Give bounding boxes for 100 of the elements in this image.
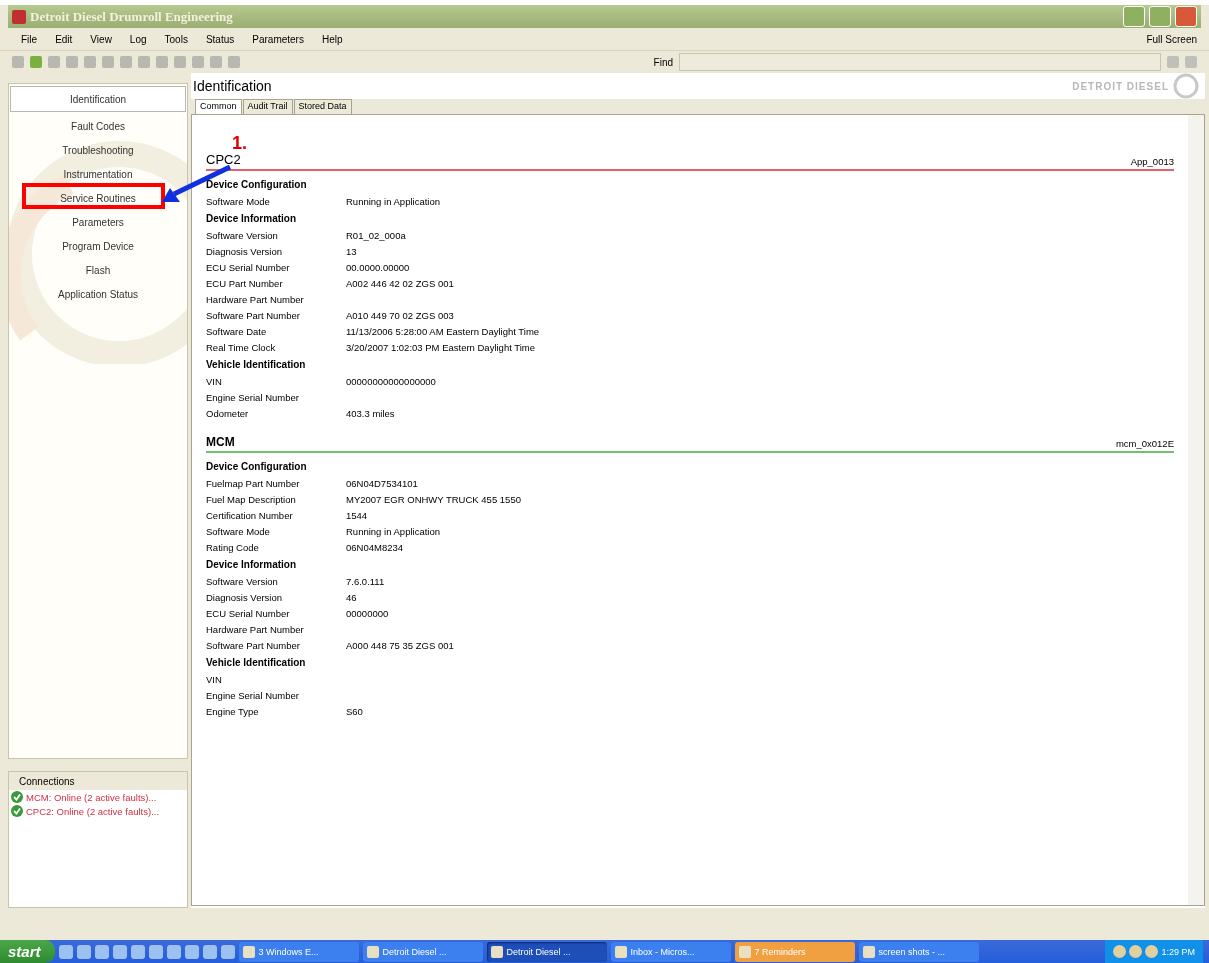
taskbar-button[interactable]: 3 Windows E...: [238, 941, 359, 962]
field-label: Rating Code: [206, 541, 260, 553]
taskbar-button[interactable]: screen shots - ...: [858, 941, 979, 962]
quick-launch-icon[interactable]: [148, 944, 163, 959]
menu-item[interactable]: Edit: [46, 33, 82, 45]
menu-item[interactable]: Log: [120, 33, 156, 45]
field-label: ECU Serial Number: [206, 607, 291, 619]
quick-launch-icon[interactable]: [112, 944, 127, 959]
field-value: 7.6.0.111: [346, 575, 386, 587]
window-title: Detroit Diesel Drumroll Engineering: [30, 8, 234, 25]
close-button[interactable]: [1175, 6, 1197, 27]
tab[interactable]: Audit Trail: [242, 99, 293, 114]
field-value: 13: [346, 245, 358, 257]
group-title: Vehicle Identification: [206, 359, 307, 372]
field-value: A010 449 70 02 ZGS 003: [346, 309, 455, 321]
find-field[interactable]: [679, 53, 1161, 71]
toolbar-icon[interactable]: [120, 56, 132, 68]
field-label: Software Mode: [206, 195, 271, 207]
field-value: 00.0000.00000: [346, 261, 411, 273]
restore-button[interactable]: [1149, 6, 1171, 27]
field-label: Fuel Map Description: [206, 493, 297, 505]
quick-launch-icon[interactable]: [184, 944, 199, 959]
menu-item[interactable]: Tools: [155, 33, 197, 45]
sidebar-item[interactable]: Application Status: [57, 288, 139, 300]
taskbar-button[interactable]: Detroit Diesel ...: [362, 941, 483, 962]
step-number: 1.: [232, 134, 247, 152]
menu-item[interactable]: File: [12, 33, 47, 45]
field-label: Software Part Number: [206, 309, 301, 321]
sidebar-item[interactable]: Identification: [10, 86, 186, 112]
field-value: 00000000: [346, 607, 390, 619]
group-title: Device Information: [206, 213, 298, 226]
field-label: Hardware Part Number: [206, 293, 305, 305]
field-label: ECU Serial Number: [206, 261, 291, 273]
page-title: Identification: [193, 78, 272, 94]
toolbar-icon[interactable]: [12, 56, 24, 68]
toolbar-icon[interactable]: [156, 56, 168, 68]
clock: 1:29 PM: [1161, 946, 1195, 957]
sidebar-item[interactable]: Parameters: [72, 216, 124, 228]
sidebar-item[interactable]: Flash: [85, 264, 111, 276]
toolbar-icon[interactable]: [48, 56, 60, 68]
tray-icon[interactable]: [1129, 945, 1143, 958]
minimize-button[interactable]: [1123, 6, 1145, 27]
field-label: Software Date: [206, 325, 268, 337]
quick-launch-icon[interactable]: [58, 944, 73, 959]
field-label: Software Part Number: [206, 639, 301, 651]
scrollbar[interactable]: [1188, 115, 1204, 905]
toolbar-icon[interactable]: [102, 56, 114, 68]
check-icon: [11, 791, 23, 803]
field-label: Engine Serial Number: [206, 689, 300, 701]
connection-status[interactable]: CPC2: Online (2 active faults)...: [26, 805, 160, 817]
toolbar-icon[interactable]: [210, 56, 222, 68]
field-value: Running in Application: [346, 195, 441, 207]
quick-launch-icon[interactable]: [130, 944, 145, 959]
quick-launch-icon[interactable]: [94, 944, 109, 959]
quick-launch-icon[interactable]: [202, 944, 217, 959]
find-previous-icon[interactable]: [1185, 56, 1197, 68]
sidebar-item[interactable]: Troubleshooting: [62, 144, 134, 156]
sidebar-item[interactable]: Instrumentation: [63, 168, 133, 180]
quick-launch-icon[interactable]: [76, 944, 91, 959]
quick-launch-icon[interactable]: [220, 944, 235, 959]
tab[interactable]: Stored Data: [293, 99, 352, 114]
menu-item[interactable]: Help: [312, 33, 352, 45]
menu-item[interactable]: Parameters: [243, 33, 313, 45]
sidebar-item[interactable]: Program Device: [62, 240, 134, 252]
full-screen-button[interactable]: Full Screen: [1146, 33, 1197, 45]
sidebar-item[interactable]: Service Routines: [60, 192, 136, 204]
field-value: 06N04D7534101: [346, 477, 419, 489]
field-label: Engine Serial Number: [206, 391, 300, 403]
group-title: Device Configuration: [206, 461, 308, 474]
toolbar-icon[interactable]: [174, 56, 186, 68]
quick-launch-icon[interactable]: [166, 944, 181, 959]
group-title: Device Information: [206, 559, 298, 572]
tray-icon[interactable]: [1113, 945, 1127, 958]
start-button[interactable]: start: [0, 940, 55, 963]
field-value: 46: [346, 591, 358, 603]
sidebar-item[interactable]: Fault Codes: [71, 120, 125, 132]
field-value: 00000000000000000: [346, 375, 437, 387]
menu-item[interactable]: View: [81, 33, 121, 45]
toolbar-icon[interactable]: [228, 56, 240, 68]
field-label: Certification Number: [206, 509, 294, 521]
menu-item[interactable]: Status: [196, 33, 244, 45]
tab[interactable]: Common: [195, 99, 242, 114]
group-title: Device Configuration: [206, 179, 308, 192]
field-value: Running in Application: [346, 525, 441, 537]
field-label: VIN: [206, 673, 223, 685]
toolbar-icon[interactable]: [138, 56, 150, 68]
taskbar-button[interactable]: Inbox - Micros...: [610, 941, 731, 962]
connections-header: Connections: [9, 772, 187, 790]
connection-status[interactable]: MCM: Online (2 active faults)...: [26, 791, 157, 803]
toolbar-icon[interactable]: [30, 56, 42, 68]
find-next-icon[interactable]: [1167, 56, 1179, 68]
toolbar-icon[interactable]: [192, 56, 204, 68]
taskbar-button[interactable]: Detroit Diesel ...: [486, 941, 607, 962]
toolbar-icon[interactable]: [84, 56, 96, 68]
toolbar-icon[interactable]: [66, 56, 78, 68]
field-label: Fuelmap Part Number: [206, 477, 301, 489]
field-value: 1544: [346, 509, 369, 521]
field-value: S60: [346, 705, 364, 717]
field-label: Real Time Clock: [206, 341, 277, 353]
tray-icon[interactable]: [1145, 945, 1159, 958]
